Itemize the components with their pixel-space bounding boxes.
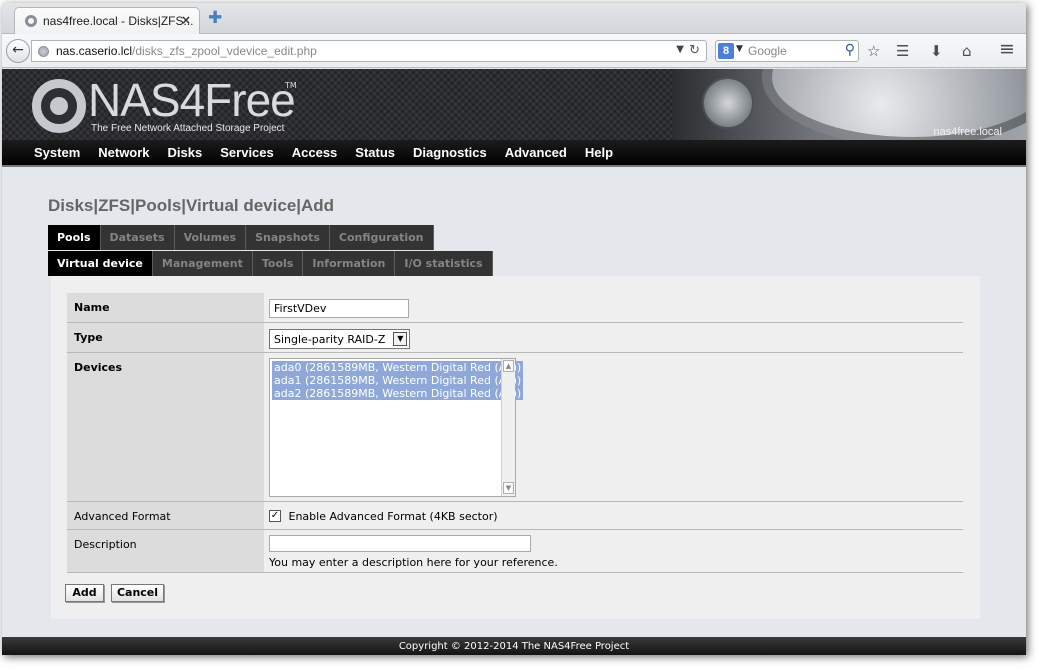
type-label: Type bbox=[67, 323, 264, 352]
site-header: NAS4Free TM The Free Network Attached St… bbox=[2, 69, 1026, 140]
browser-navbar: ← nas.caserio.lcl/disks_zfs_zpool_vdevic… bbox=[2, 34, 1026, 68]
devices-listbox[interactable]: ada0 (2861589MB, Western Digital Red (AF… bbox=[269, 358, 524, 497]
favicon-icon bbox=[25, 15, 37, 27]
add-button[interactable]: Add bbox=[65, 584, 104, 602]
form-panel: Name FirstVDev Type Single-parity RAID-Z… bbox=[51, 276, 980, 619]
url-dropdown-icon[interactable]: ▼ bbox=[676, 44, 684, 55]
tab-snapshots[interactable]: Snapshots bbox=[246, 225, 330, 250]
menu-item-status[interactable]: Status bbox=[346, 140, 404, 165]
url-bar[interactable]: nas.caserio.lcl/disks_zfs_zpool_vdevice_… bbox=[31, 40, 707, 62]
download-icon[interactable]: ⬇ bbox=[930, 42, 943, 60]
tab-pools[interactable]: Pools bbox=[48, 225, 101, 250]
globe-icon bbox=[38, 46, 49, 57]
bookmark-star-icon[interactable]: ☆ bbox=[867, 42, 880, 60]
tab-row-primary: Pools Datasets Volumes Snapshots Configu… bbox=[48, 225, 434, 250]
cancel-button[interactable]: Cancel bbox=[111, 584, 164, 602]
menu-item-system[interactable]: System bbox=[25, 140, 89, 165]
browser-window: nas4free.local - Disks|ZFS... × ✚ ← nas.… bbox=[2, 3, 1026, 655]
tab-datasets[interactable]: Datasets bbox=[100, 225, 175, 250]
tab-row-secondary: Virtual device Management Tools Informat… bbox=[48, 251, 493, 276]
browser-tabstrip: nas4free.local - Disks|ZFS... × ✚ bbox=[2, 3, 1026, 35]
form-row-name: Name FirstVDev bbox=[67, 293, 963, 323]
magnifier-icon[interactable]: ⚲ bbox=[845, 42, 855, 58]
form-row-advanced-format: Advanced Format ✓ Enable Advanced Format… bbox=[67, 502, 963, 530]
tab-virtual-device[interactable]: Virtual device bbox=[48, 251, 153, 276]
menu-item-help[interactable]: Help bbox=[576, 140, 622, 165]
reload-icon[interactable]: ↻ bbox=[689, 43, 700, 58]
device-option[interactable]: ada2 (2861589MB, Western Digital Red (AF… bbox=[272, 387, 524, 400]
search-bar[interactable]: 8 ▼ Google ⚲ bbox=[715, 40, 859, 62]
tab-configuration[interactable]: Configuration bbox=[329, 225, 434, 250]
search-engine-dropdown-icon[interactable]: ▼ bbox=[736, 44, 743, 54]
description-hint: You may enter a description here for you… bbox=[269, 556, 558, 569]
url-host: nas.caserio.lcl bbox=[56, 44, 133, 58]
browser-tab[interactable]: nas4free.local - Disks|ZFS... × bbox=[14, 7, 200, 35]
url-text: nas.caserio.lcl/disks_zfs_zpool_vdevice_… bbox=[56, 44, 317, 58]
nas4free-logo-icon bbox=[32, 79, 86, 133]
menu-item-disks[interactable]: Disks bbox=[159, 140, 212, 165]
bookmarks-list-icon[interactable]: ☰ bbox=[896, 42, 909, 60]
form-row-devices: Devices ada0 (2861589MB, Western Digital… bbox=[67, 353, 963, 502]
name-field[interactable]: FirstVDev bbox=[269, 299, 409, 318]
device-option[interactable]: ada1 (2861589MB, Western Digital Red (AF… bbox=[272, 374, 524, 387]
type-select-value: Single-parity RAID-Z bbox=[274, 333, 386, 346]
advanced-format-checkbox[interactable]: ✓ bbox=[269, 510, 281, 522]
tab-volumes[interactable]: Volumes bbox=[174, 225, 247, 250]
device-option[interactable]: ada0 (2861589MB, Western Digital Red (AF… bbox=[272, 361, 524, 374]
logo-subtitle: The Free Network Attached Storage Projec… bbox=[91, 123, 285, 134]
back-arrow-icon[interactable]: ← bbox=[6, 39, 30, 63]
hamburger-menu-icon[interactable]: ≡ bbox=[999, 40, 1015, 59]
select-arrow-icon[interactable]: ▼ bbox=[393, 332, 408, 346]
description-field[interactable] bbox=[269, 535, 531, 552]
main-menu: System Network Disks Services Access Sta… bbox=[2, 140, 1026, 165]
tab-management[interactable]: Management bbox=[152, 251, 253, 276]
menu-item-diagnostics[interactable]: Diagnostics bbox=[404, 140, 496, 165]
page-title: Disks|ZFS|Pools|Virtual device|Add bbox=[48, 196, 335, 215]
url-path: /disks_zfs_zpool_vdevice_edit.php bbox=[132, 44, 317, 58]
tab-information[interactable]: Information bbox=[303, 251, 396, 276]
new-tab-icon[interactable]: ✚ bbox=[208, 8, 222, 28]
menu-item-advanced[interactable]: Advanced bbox=[496, 140, 576, 165]
form-row-type: Type Single-parity RAID-Z ▼ bbox=[67, 323, 963, 353]
close-tab-icon[interactable]: × bbox=[181, 13, 191, 27]
menu-item-services[interactable]: Services bbox=[211, 140, 283, 165]
vdev-form: Name FirstVDev Type Single-parity RAID-Z… bbox=[67, 293, 963, 573]
hostname-label: nas4free.local bbox=[933, 126, 1003, 138]
scroll-down-icon[interactable]: ▼ bbox=[503, 482, 514, 494]
type-select[interactable]: Single-parity RAID-Z ▼ bbox=[269, 329, 411, 349]
advanced-format-label: Advanced Format bbox=[67, 502, 264, 529]
logo-text[interactable]: NAS4Free bbox=[88, 75, 296, 125]
page-footer: Copyright © 2012-2014 The NAS4Free Proje… bbox=[2, 637, 1026, 655]
devices-label: Devices bbox=[67, 353, 264, 501]
form-row-description: Description You may enter a description … bbox=[67, 530, 963, 573]
google-search-engine-icon[interactable]: 8 bbox=[718, 43, 734, 59]
hard-drive-spindle-graphic bbox=[702, 77, 754, 129]
advanced-format-checkbox-label[interactable]: Enable Advanced Format (4KB sector) bbox=[289, 510, 498, 523]
menu-divider bbox=[2, 165, 1026, 167]
search-input[interactable]: Google bbox=[748, 44, 787, 58]
description-label: Description bbox=[67, 530, 264, 572]
listbox-scrollbar[interactable]: ▲ ▼ bbox=[501, 359, 515, 496]
tab-io-statistics[interactable]: I/O statistics bbox=[395, 251, 493, 276]
home-icon[interactable]: ⌂ bbox=[962, 42, 972, 60]
name-label: Name bbox=[67, 293, 264, 322]
logo-trademark: TM bbox=[285, 81, 297, 90]
tab-tools[interactable]: Tools bbox=[252, 251, 304, 276]
menu-item-access[interactable]: Access bbox=[283, 140, 347, 165]
menu-item-network[interactable]: Network bbox=[89, 140, 158, 165]
browser-tab-title: nas4free.local - Disks|ZFS... bbox=[43, 14, 194, 28]
scroll-up-icon[interactable]: ▲ bbox=[503, 360, 514, 372]
